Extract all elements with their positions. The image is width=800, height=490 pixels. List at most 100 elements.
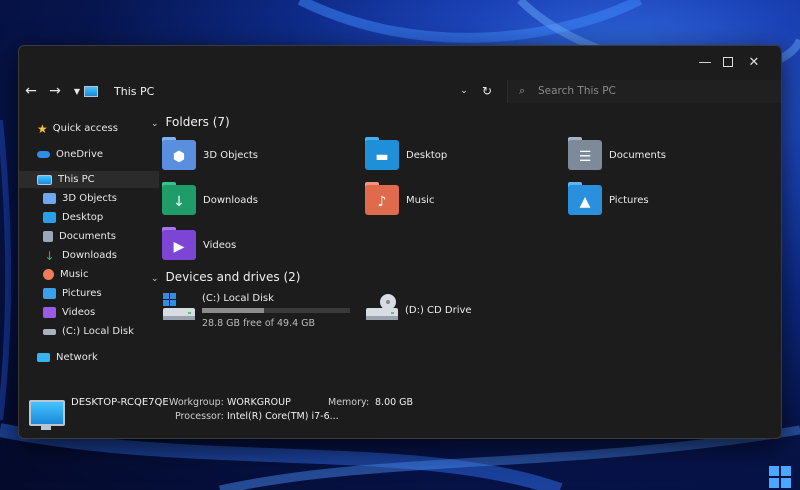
- music-icon: [43, 269, 54, 280]
- picture-icon: [43, 288, 56, 299]
- computer-stand: [41, 426, 51, 430]
- processor-value: Intel(R) Core(TM) i7-6...: [227, 411, 339, 422]
- chevron-down-icon: ⌄: [151, 274, 159, 284]
- folder-videos[interactable]: ▶ Videos: [162, 227, 342, 266]
- sidebar-item-documents[interactable]: Documents: [19, 228, 165, 245]
- title-bar: — ✕: [19, 46, 781, 78]
- details-pane: DESKTOP-RCQE7QE Workgroup: WORKGROUP Mem…: [19, 386, 781, 438]
- cube-icon: ⬢: [172, 148, 186, 165]
- refresh-icon: ↻: [481, 84, 493, 98]
- sidebar-item-label: Music: [60, 269, 89, 280]
- folder-pictures[interactable]: ▲ Pictures: [568, 182, 748, 221]
- video-icon: [43, 307, 56, 318]
- sidebar-item-label: Desktop: [62, 212, 104, 223]
- drive-free-space: 28.8 GB free of 49.4 GB: [202, 318, 316, 329]
- computer-icon: [84, 85, 98, 97]
- back-arrow-icon: ←: [25, 83, 37, 99]
- folder-name: Pictures: [609, 195, 649, 206]
- workgroup-value: WORKGROUP: [227, 397, 291, 408]
- close-icon: ✕: [748, 54, 760, 70]
- sidebar-item-3d-objects[interactable]: 3D Objects: [19, 190, 165, 207]
- navigation-pane: ★ Quick access OneDrive This PC 3D Objec…: [19, 116, 159, 366]
- cube-icon: [43, 193, 56, 204]
- search-box[interactable]: ⌕ Search This PC: [507, 80, 781, 103]
- sidebar-item-label: Downloads: [62, 250, 117, 261]
- document-icon: [43, 231, 53, 242]
- drive-usage-fill: [202, 308, 264, 313]
- folder-documents[interactable]: ☰ Documents: [568, 137, 748, 176]
- close-button[interactable]: ✕: [743, 52, 765, 72]
- sidebar-item-label: 3D Objects: [62, 193, 118, 204]
- drive-d[interactable]: (D:) CD Drive: [365, 292, 545, 328]
- maximize-icon: [723, 57, 733, 67]
- folder-3d-objects[interactable]: ⬢ 3D Objects: [162, 137, 342, 176]
- download-icon: ↓: [44, 248, 55, 263]
- document-icon: ☰: [578, 148, 592, 165]
- folder-name: 3D Objects: [203, 150, 259, 161]
- desktop-icon: ▬: [375, 148, 389, 165]
- search-icon: ⌕: [519, 84, 526, 97]
- sidebar-item-quick-access[interactable]: ★ Quick access: [19, 120, 159, 137]
- windows-logo-icon: [769, 466, 791, 488]
- video-icon: ▶: [173, 238, 185, 255]
- refresh-button[interactable]: ↻: [478, 82, 496, 100]
- star-icon: ★: [37, 121, 48, 136]
- sidebar-item-onedrive[interactable]: OneDrive: [19, 146, 159, 163]
- sidebar-item-label: This PC: [58, 174, 95, 185]
- maximize-button[interactable]: [717, 52, 739, 72]
- folder-name: Downloads: [203, 195, 258, 206]
- sidebar-item-label: (C:) Local Disk: [62, 326, 134, 337]
- sidebar-item-label: Videos: [62, 307, 96, 318]
- search-input[interactable]: Search This PC: [538, 85, 616, 97]
- location-icon-wrapper: [82, 82, 100, 100]
- download-icon: ↓: [173, 193, 185, 210]
- processor-label: Processor:: [175, 411, 224, 422]
- chevron-down-icon: ⌄: [460, 86, 468, 96]
- music-icon: ♪: [377, 193, 387, 210]
- folder-desktop[interactable]: ▬ Desktop: [365, 137, 545, 176]
- cd-drive-icon: [366, 294, 398, 320]
- computer-icon: [29, 400, 65, 426]
- hard-drive-icon: [163, 293, 195, 320]
- sidebar-item-pictures[interactable]: Pictures: [19, 285, 165, 302]
- sidebar-item-this-pc[interactable]: This PC: [19, 171, 159, 188]
- sidebar-item-network[interactable]: Network: [19, 349, 159, 366]
- drive-name: (C:) Local Disk: [202, 293, 274, 304]
- computer-name: DESKTOP-RCQE7QE: [71, 397, 169, 408]
- minimize-button[interactable]: —: [694, 52, 716, 72]
- drive-c[interactable]: (C:) Local Disk 28.8 GB free of 49.4 GB: [162, 292, 352, 329]
- group-title: Folders (7): [165, 115, 230, 129]
- chevron-down-icon: ▼: [73, 86, 81, 96]
- desktop-icon: [43, 212, 56, 223]
- folder-music[interactable]: ♪ Music: [365, 182, 545, 221]
- folders-group-header[interactable]: ⌄ Folders (7): [151, 115, 230, 129]
- picture-icon: ▲: [579, 193, 591, 210]
- back-button[interactable]: ←: [22, 82, 40, 100]
- address-bar[interactable]: This PC: [114, 85, 154, 98]
- sidebar-item-label: Documents: [59, 231, 117, 242]
- sidebar-item-local-disk[interactable]: (C:) Local Disk: [19, 323, 165, 340]
- sidebar-item-label: Quick access: [52, 123, 118, 134]
- drive-usage-bar: [202, 308, 350, 313]
- address-dropdown-button[interactable]: ⌄: [455, 82, 473, 100]
- sidebar-item-videos[interactable]: Videos: [19, 304, 165, 321]
- computer-icon: [37, 174, 52, 185]
- sidebar-item-label: Pictures: [62, 288, 102, 299]
- sidebar-item-downloads[interactable]: ↓ Downloads: [19, 247, 165, 264]
- forward-button[interactable]: →: [46, 82, 64, 100]
- folder-name: Desktop: [406, 150, 448, 161]
- drives-group-header[interactable]: ⌄ Devices and drives (2): [151, 270, 300, 284]
- network-icon: [37, 353, 50, 362]
- minimize-icon: —: [698, 54, 712, 70]
- memory-label: Memory:: [328, 397, 370, 408]
- group-title: Devices and drives (2): [165, 270, 301, 284]
- drive-name: (D:) CD Drive: [405, 305, 472, 316]
- memory-value: 8.00 GB: [375, 397, 414, 408]
- sidebar-item-label: Network: [56, 352, 98, 363]
- cloud-icon: [37, 151, 50, 158]
- sidebar-item-desktop[interactable]: Desktop: [19, 209, 165, 226]
- folder-downloads[interactable]: ↓ Downloads: [162, 182, 342, 221]
- file-explorer-window: — ✕ ← → ▼ This PC ⌄ ↻ ⌕ Search This PC ★…: [18, 45, 782, 439]
- drive-icon: [43, 328, 56, 335]
- sidebar-item-music[interactable]: Music: [19, 266, 165, 283]
